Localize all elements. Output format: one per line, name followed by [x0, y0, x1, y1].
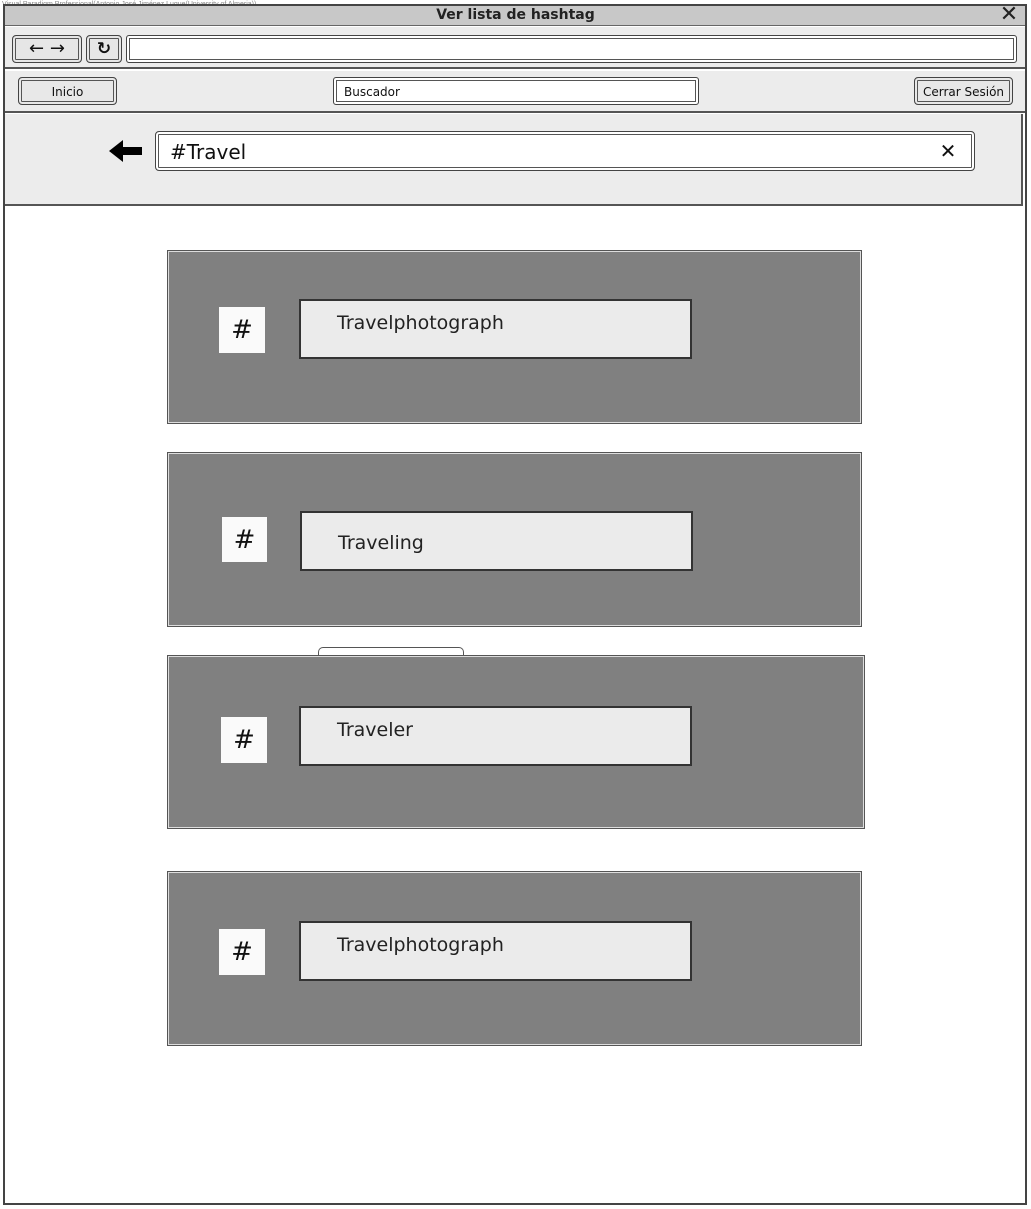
hashtag-label: Travelphotograph — [299, 299, 692, 359]
window-title: Ver lista de hashtag — [436, 7, 595, 23]
hashtag-icon: # — [219, 929, 265, 975]
hashtag-icon: # — [221, 717, 267, 763]
hashtag-query-field[interactable]: #Travel — [155, 131, 975, 171]
arrow-left-icon[interactable] — [106, 136, 146, 166]
hashtag-label: Traveler — [299, 706, 692, 766]
url-input[interactable] — [126, 35, 1017, 63]
hashtag-label: Traveling — [300, 511, 693, 571]
close-icon[interactable]: ✕ — [996, 4, 1022, 26]
search-input[interactable]: Buscador — [333, 77, 699, 105]
inicio-button[interactable]: Inicio — [18, 77, 117, 105]
clear-icon[interactable]: ✕ — [936, 138, 960, 164]
reload-button[interactable]: ↻ — [86, 35, 122, 63]
back-forward-button[interactable]: ← → — [12, 35, 82, 63]
hashtag-icon: # — [219, 307, 265, 353]
hashtag-label: Travelphotograph — [299, 921, 692, 981]
hashtag-icon: # — [222, 517, 267, 562]
logout-button[interactable]: Cerrar Sesión — [914, 77, 1013, 105]
